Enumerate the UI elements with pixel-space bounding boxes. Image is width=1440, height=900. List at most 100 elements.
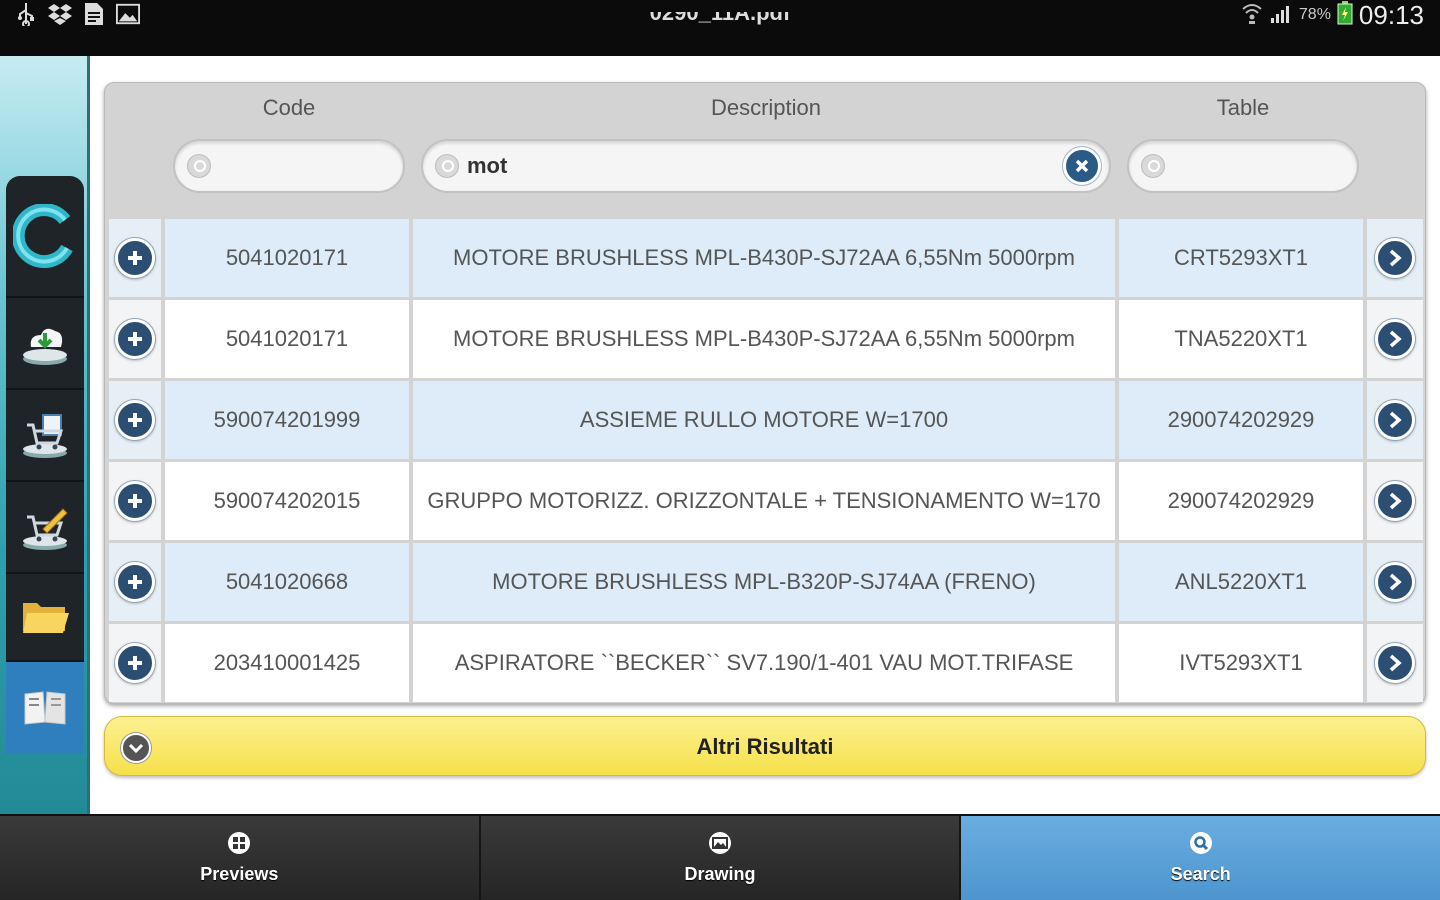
tab-label: Previews	[200, 864, 279, 884]
plus-icon	[128, 251, 142, 265]
chevron-right-icon	[1389, 492, 1402, 510]
description-cell: ASSIEME RULLO MOTORE W=1700	[413, 381, 1115, 459]
sidebar	[0, 56, 90, 816]
description-filter-input[interactable]	[467, 151, 1027, 181]
status-bar: 0290_11A.pdf 78% 09:13	[0, 0, 1440, 56]
more-results-label: Altri Risultati	[696, 734, 834, 759]
sidebar-menu	[6, 176, 84, 754]
grid-icon	[226, 830, 252, 856]
sidebar-item-catalog[interactable]	[6, 662, 84, 754]
search-icon	[1141, 154, 1165, 178]
open-detail-button[interactable]	[1375, 643, 1415, 683]
add-item-button[interactable]	[115, 400, 155, 440]
open-cell	[1367, 219, 1423, 297]
tab-label: Drawing	[684, 864, 756, 884]
open-cell	[1367, 462, 1423, 540]
plus-icon	[128, 332, 142, 346]
app-logo-button[interactable]	[6, 176, 84, 298]
add-item-button[interactable]	[115, 643, 155, 683]
code-cell: 203410001425	[165, 624, 409, 702]
table-row[interactable]: 5041020171 MOTORE BRUSHLESS MPL-B430P-SJ7…	[109, 300, 1423, 378]
table-row[interactable]: 590074201999 ASSIEME RULLO MOTORE W=1700 2…	[109, 381, 1423, 459]
picture-icon	[707, 830, 733, 856]
document-icon	[82, 2, 106, 26]
chevron-right-icon	[1389, 330, 1402, 348]
close-icon	[1075, 159, 1089, 173]
dropbox-icon	[48, 2, 72, 26]
bottom-tab-bar: Previews Drawing Search	[0, 814, 1440, 900]
description-cell: GRUPPO MOTORIZZ. ORIZZONTALE + TENSIONAM…	[413, 462, 1115, 540]
add-item-button[interactable]	[115, 319, 155, 359]
open-cell	[1367, 543, 1423, 621]
tab-label: Search	[1170, 864, 1231, 884]
table-filter-input[interactable]	[1173, 151, 1343, 181]
notification-icons	[14, 2, 140, 26]
app-logo-icon	[13, 204, 73, 268]
open-detail-button[interactable]	[1375, 481, 1415, 521]
table-cell: ANL5220XT1	[1119, 543, 1363, 621]
description-cell: ASPIRATORE ``BECKER`` SV7.190/1-401 VAU …	[413, 624, 1115, 702]
table-row[interactable]: 5041020668 MOTORE BRUSHLESS MPL-B320P-SJ7…	[109, 543, 1423, 621]
open-cell	[1367, 300, 1423, 378]
code-cell: 590074202015	[165, 462, 409, 540]
sidebar-item-cart-edit[interactable]	[6, 482, 84, 574]
table-row[interactable]: 203410001425 ASPIRATORE ``BECKER`` SV7.19…	[109, 624, 1423, 702]
plus-icon	[128, 656, 142, 670]
tab-previews[interactable]: Previews	[0, 816, 481, 900]
table-filter-field	[1127, 139, 1359, 193]
wifi-icon	[1241, 1, 1263, 30]
cart-edit-icon	[23, 508, 68, 550]
search-icon	[1188, 830, 1214, 856]
clock: 09:13	[1358, 0, 1424, 30]
table-cell: 290074202929	[1119, 381, 1363, 459]
clear-search-button[interactable]	[1063, 147, 1101, 185]
open-detail-button[interactable]	[1375, 400, 1415, 440]
folder-icon	[23, 603, 69, 633]
add-cell	[109, 300, 161, 378]
chevron-right-icon	[1389, 654, 1402, 672]
chevron-right-icon	[1389, 249, 1402, 267]
chevron-right-icon	[1389, 411, 1402, 429]
description-filter-field	[421, 139, 1111, 193]
open-detail-button[interactable]	[1375, 238, 1415, 278]
add-item-button[interactable]	[115, 562, 155, 602]
code-cell: 5041020171	[165, 219, 409, 297]
column-header-code: Code	[262, 95, 316, 120]
column-header-table: Table	[1216, 95, 1270, 120]
add-cell	[109, 624, 161, 702]
code-filter-field	[173, 139, 405, 193]
cloud-download-icon	[23, 328, 67, 365]
add-item-button[interactable]	[115, 481, 155, 521]
chevron-right-icon	[1389, 573, 1402, 591]
more-results-button[interactable]: Altri Risultati	[104, 716, 1426, 776]
code-cell: 5041020171	[165, 300, 409, 378]
tab-search[interactable]: Search	[961, 816, 1440, 900]
signal-icon	[1269, 2, 1293, 29]
add-item-button[interactable]	[115, 238, 155, 278]
search-icon	[435, 154, 459, 178]
table-cell: CRT5293XT1	[1119, 219, 1363, 297]
table-row[interactable]: 5041020171 MOTORE BRUSHLESS MPL-B430P-SJ7…	[109, 219, 1423, 297]
search-icon	[187, 154, 211, 178]
description-cell: MOTORE BRUSHLESS MPL-B430P-SJ72AA 6,55Nm…	[413, 219, 1115, 297]
tab-drawing[interactable]: Drawing	[481, 816, 962, 900]
document-title: 0290_11A.pdf	[649, 12, 791, 25]
sidebar-item-download[interactable]	[6, 298, 84, 390]
plus-icon	[128, 494, 142, 508]
system-indicators: 78% 09:13	[1241, 0, 1424, 30]
code-filter-input[interactable]	[219, 151, 389, 181]
table-row[interactable]: 590074202015 GRUPPO MOTORIZZ. ORIZZONTALE…	[109, 462, 1423, 540]
plus-icon	[128, 575, 142, 589]
plus-icon	[128, 413, 142, 427]
open-detail-button[interactable]	[1375, 562, 1415, 602]
open-detail-button[interactable]	[1375, 319, 1415, 359]
sidebar-item-cart-add[interactable]	[6, 390, 84, 482]
add-cell	[109, 462, 161, 540]
description-cell: MOTORE BRUSHLESS MPL-B320P-SJ74AA (FRENO…	[413, 543, 1115, 621]
open-cell	[1367, 624, 1423, 702]
search-results-card: Code Description Table 5041020171MOTORE …	[104, 82, 1426, 704]
battery-icon	[1337, 0, 1353, 30]
sidebar-item-folder[interactable]	[6, 574, 84, 662]
image-icon	[116, 2, 140, 26]
open-cell	[1367, 381, 1423, 459]
